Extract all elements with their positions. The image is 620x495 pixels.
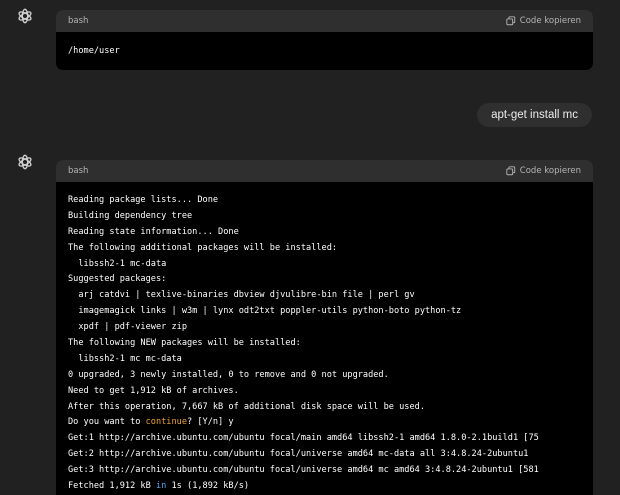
code-text: Reading package lists... Done <box>68 195 219 205</box>
code-text: Building dependency tree <box>68 210 193 221</box>
user-message-bubble: apt-get install mc <box>477 103 592 127</box>
code-line: arj catdvi | texlive-binaries dbview djv… <box>68 288 581 304</box>
copy-code-label: Code kopieren <box>519 166 581 176</box>
code-text: libssh2-1 mc-data <box>68 258 167 269</box>
code-line: Fetched 1,912 kB in 1s (1,892 kB/s) <box>68 479 581 495</box>
code-text: Get:3 http://archive.ubuntu.com/ubuntu f… <box>68 465 539 476</box>
code-text: Get:2 http://archive.ubuntu.com/ubuntu f… <box>68 449 529 460</box>
code-keyword: in <box>155 481 167 492</box>
code-text: Reading state information... Done <box>68 226 239 237</box>
code-line: xpdf | pdf-viewer zip <box>68 320 581 336</box>
code-text: ? [Y/n] y <box>187 417 234 428</box>
code-content: /home/user <box>56 32 593 60</box>
code-language-label: bash <box>68 166 89 176</box>
copy-code-label: Code kopieren <box>519 16 581 26</box>
copy-icon <box>506 16 516 26</box>
openai-logo-icon <box>14 151 36 173</box>
copy-icon <box>506 166 516 176</box>
code-text: The following NEW packages will be insta… <box>68 338 301 349</box>
code-block-1: bash Code kopieren /home/user <box>56 10 593 70</box>
code-line: Do you want to continue? [Y/n] y <box>68 415 581 431</box>
code-text: arj catdvi | texlive-binaries dbview djv… <box>68 290 415 301</box>
code-text: libssh2-1 mc mc-data <box>68 353 182 364</box>
code-line: Need to get 1,912 kB of archives. <box>68 384 581 400</box>
code-line: Reading state information... Done <box>68 225 581 241</box>
code-header: bash Code kopieren <box>56 160 593 182</box>
code-line: Building dependency tree <box>68 209 581 225</box>
code-text: After this operation, 7,667 kB of additi… <box>68 401 425 412</box>
code-content: Reading package lists... Done Building de… <box>56 182 593 495</box>
code-text: Do you want to <box>68 417 146 428</box>
code-line: Get:1 http://archive.ubuntu.com/ubuntu f… <box>68 431 581 447</box>
code-language-label: bash <box>68 16 89 26</box>
code-line: Suggested packages: <box>68 272 581 288</box>
openai-logo-icon <box>14 5 36 27</box>
code-text: Suggested packages: <box>68 274 167 285</box>
code-text: Need to get 1,912 kB of archives. <box>68 385 239 396</box>
copy-code-button[interactable]: Code kopieren <box>506 166 581 176</box>
code-block-2: bash Code kopieren Reading package lists… <box>56 160 593 495</box>
code-text: xpdf | pdf-viewer zip <box>68 322 187 333</box>
copy-code-button[interactable]: Code kopieren <box>506 16 581 26</box>
chat-page: bash Code kopieren /home/user apt-get in… <box>0 0 620 495</box>
code-line: Get:2 http://archive.ubuntu.com/ubuntu f… <box>68 447 581 463</box>
code-line: After this operation, 7,667 kB of additi… <box>68 400 581 416</box>
code-line: The following additional packages will b… <box>68 241 581 257</box>
code-text: Get:1 http://archive.ubuntu.com/ubuntu f… <box>68 433 539 444</box>
code-text: The following additional packages will b… <box>68 242 338 253</box>
code-text: Fetched 1,912 kB <box>68 481 156 492</box>
code-line: imagemagick links | w3m | lynx odt2txt p… <box>68 304 581 320</box>
code-text: imagemagick links | w3m | lynx odt2txt p… <box>68 306 462 317</box>
user-message-text: apt-get install mc <box>491 109 578 121</box>
code-line: /home/user <box>68 44 581 60</box>
code-text: /home/user <box>68 46 120 56</box>
code-line: Get:3 http://archive.ubuntu.com/ubuntu f… <box>68 463 581 479</box>
code-text: 0 upgraded, 3 newly installed, 0 to remo… <box>68 369 389 380</box>
code-line: libssh2-1 mc-data <box>68 257 581 273</box>
code-line: libssh2-1 mc mc-data <box>68 352 581 368</box>
code-keyword: continue <box>145 417 188 428</box>
code-line: The following NEW packages will be insta… <box>68 336 581 352</box>
code-line: Reading package lists... Done <box>68 193 581 209</box>
code-header: bash Code kopieren <box>56 10 593 32</box>
code-line: 0 upgraded, 3 newly installed, 0 to remo… <box>68 368 581 384</box>
code-text: 1s (1,892 kB/s) <box>166 481 250 492</box>
